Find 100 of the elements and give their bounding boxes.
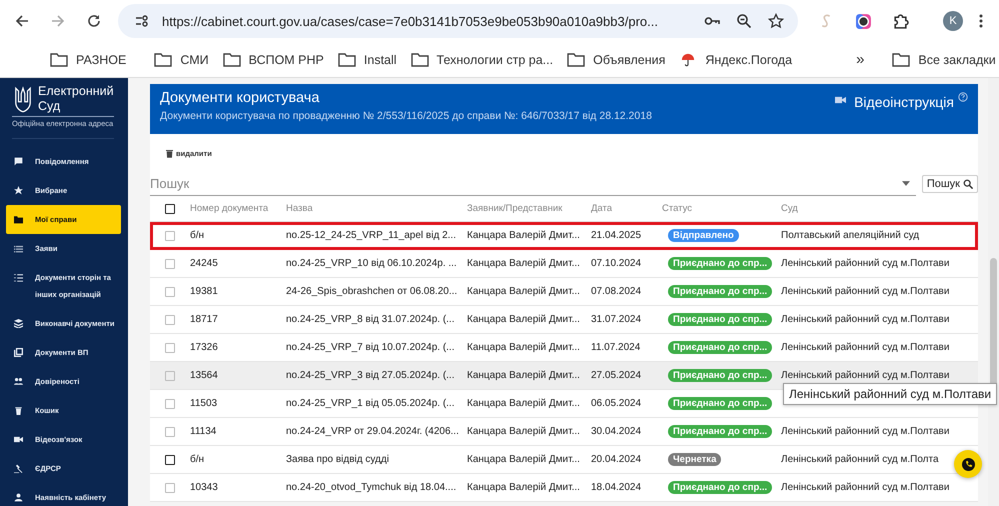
status-badge: Приєднано до спр...: [668, 341, 772, 354]
table-cell: Канцара Валерій Дмит...: [467, 426, 580, 437]
video-camera-icon: [835, 96, 846, 104]
bookmark-item[interactable]: Объявления: [567, 52, 666, 66]
folder-icon: [222, 52, 241, 66]
table-cell: Ленінський районний суд м.Полта: [781, 454, 939, 465]
table-cell: Ленінський районний суд м.Полтави: [781, 258, 950, 269]
table-cell: б/н: [190, 230, 204, 241]
table-cell: Ленінський районний суд м.Полтави: [781, 286, 950, 297]
site-settings-icon[interactable]: [134, 13, 150, 29]
table-cell: Ленінський районний суд м.Полтави: [781, 314, 950, 325]
table-cell: 11503: [190, 398, 218, 409]
zoom-out-icon[interactable]: [736, 13, 752, 29]
table-cell: no.24-20_otvod_Tymchuk від 18.04....: [286, 482, 456, 493]
color-ring-icon[interactable]: [855, 12, 872, 30]
table-cell: 24245: [190, 258, 218, 269]
table-cell: Канцара Валерій Дмит...: [467, 258, 580, 269]
table-cell: 06.05.2024: [591, 398, 642, 409]
bookmark-item[interactable]: ВСПОМ PHP: [222, 52, 324, 66]
column-header: Назва: [286, 203, 313, 214]
address-bar[interactable]: https://cabinet.court.gov.ua/cases/case=7e0b3141b7053e9be053b90a010a9bb3/pro...: [118, 4, 798, 38]
table-cell: 30.04.2024: [591, 426, 642, 437]
table-cell: 20.04.2024: [591, 454, 642, 465]
back-icon[interactable]: [14, 13, 30, 29]
table-cell: Ленінський районний суд м.Полтави: [781, 342, 950, 353]
table-cell: 11134: [190, 426, 216, 437]
search-button[interactable]: Пошук: [922, 175, 978, 193]
table-cell: no.25-12_24-25_VRP_11_apel від 2...: [286, 230, 456, 241]
table-cell: б/н: [190, 454, 204, 465]
table-cell: Канцара Валерій Дмит...: [467, 314, 580, 325]
table-cell: Канцара Валерій Дмит...: [467, 398, 580, 409]
help-icon[interactable]: [958, 92, 968, 102]
page-subtitle: Документи користувача по провадженню № 2/553/116/2025 до справи №: 646/7033/17 від 28.12.2018: [160, 110, 653, 122]
table-cell: Канцара Валерій Дмит...: [467, 286, 580, 297]
layers-icon: [14, 319, 23, 328]
reload-icon[interactable]: [86, 13, 102, 29]
chat-icon: [14, 157, 23, 166]
profile-avatar[interactable]: K: [943, 11, 963, 31]
folder-icon: [892, 52, 910, 66]
page-title: Документи користувача: [160, 90, 320, 106]
star-icon: [14, 186, 23, 195]
table-cell: 18717: [190, 314, 218, 325]
table-cell: no.24-25_VRP_8 від 31.07.2024р. (...: [286, 314, 454, 325]
bookmark-item[interactable]: Технологии стр ра...: [410, 52, 554, 66]
person-icon: [14, 493, 23, 502]
people-icon: [14, 377, 23, 386]
table-cell: 21.04.2025: [591, 230, 642, 241]
bookmark-item[interactable]: СМИ: [154, 52, 209, 66]
bookmark-item[interactable]: Install: [338, 52, 397, 66]
dropdown-caret-icon[interactable]: [902, 181, 910, 186]
video-instruction-link[interactable]: Відеоінструкція: [854, 94, 954, 110]
more-bookmarks-button[interactable]: »: [856, 51, 864, 68]
list-icon: [14, 244, 23, 253]
table-cell: Полтавський апеляційний суд: [781, 230, 920, 241]
table-cell: 10343: [190, 482, 218, 493]
table-cell: 31.07.2024: [591, 314, 642, 325]
status-badge: Приєднано до спр...: [668, 481, 772, 494]
table-cell: Ленінський районний суд м.Полтави: [781, 370, 950, 381]
table-cell: Канцара Валерій Дмит...: [467, 230, 580, 241]
folder-icon: [50, 52, 68, 66]
table-cell: no.24-25_VRP_1 від 05.05.2024р. (...: [286, 398, 454, 409]
folder-icon: [567, 52, 586, 66]
bookmark-star-icon[interactable]: [768, 13, 784, 29]
puzzle-icon[interactable]: [892, 12, 909, 30]
table-cell: Канцара Валерій Дмит...: [467, 342, 580, 353]
table-cell: no.24-25_VRP_3 від 27.05.2024р. (...: [286, 370, 454, 381]
table-cell: Ленінський районний суд м.Полтави: [781, 426, 950, 437]
folder-icon: [14, 215, 23, 224]
table-cell: no.24-24_VRP от 29.04.2024г. (4206...: [286, 426, 459, 437]
bookmark-item[interactable]: Яндекс.Погода: [679, 52, 792, 66]
status-badge: Приєднано до спр...: [668, 397, 772, 410]
search-field[interactable]: Пошук: [150, 176, 902, 191]
table-cell: Канцара Валерій Дмит...: [467, 482, 580, 493]
trash-icon: [166, 148, 173, 158]
row-checkbox[interactable]: [165, 454, 175, 464]
site-title: Суд: [38, 99, 62, 114]
table-cell: 18.04.2024: [591, 482, 642, 493]
column-header: Статус: [662, 203, 692, 214]
site-title: Електронний: [38, 84, 114, 99]
status-badge: Приєднано до спр...: [668, 313, 772, 326]
folder-icon: [410, 52, 429, 66]
menu-icon[interactable]: [979, 13, 983, 29]
table-cell: Заява про відвід судді: [286, 454, 389, 465]
table-cell: 07.08.2024: [591, 286, 642, 297]
video-camera-icon: [14, 435, 23, 444]
table-cell: 24-26_Spis_obrashchen от 06.08.20...: [286, 286, 458, 297]
select-all-checkbox[interactable]: [165, 204, 175, 214]
all-bookmarks-item[interactable]: Все закладки: [892, 52, 996, 66]
bookmark-item[interactable]: РАЗНОЕ: [50, 52, 126, 66]
table-cell: 27.05.2024: [591, 370, 642, 381]
table-cell: no.24-25_VRP_7 від 10.07.2024р. (...: [286, 342, 454, 353]
status-badge: Приєднано до спр...: [668, 257, 772, 270]
status-badge: Приєднано до спр...: [668, 369, 772, 382]
status-badge: Приєднано до спр...: [668, 425, 772, 438]
phone-icon: [962, 458, 974, 470]
trident-emblem-icon: [14, 86, 32, 114]
table-cell: 19381: [190, 286, 218, 297]
column-header: Номер документа: [190, 203, 268, 214]
table-cell: no.24-25_VRP_10 від 06.10.2024р. ...: [286, 258, 457, 269]
table-cell: 11.07.2024: [591, 342, 640, 353]
